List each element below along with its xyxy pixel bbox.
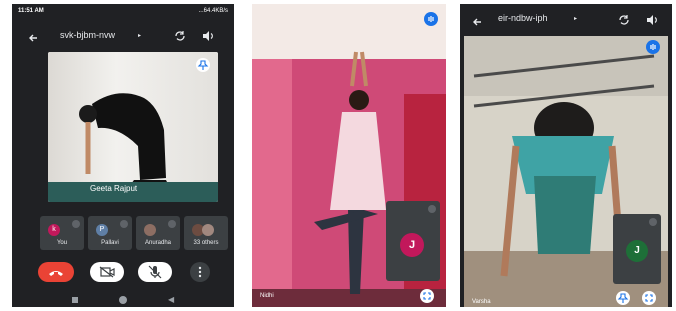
chevron-right-icon[interactable]: ▸	[574, 15, 577, 22]
speaker-icon[interactable]	[202, 29, 214, 41]
call-controls	[12, 262, 234, 286]
mic-off-icon	[168, 220, 176, 228]
audio-indicator-icon	[646, 40, 660, 54]
yoga-pose-figure	[79, 93, 170, 188]
pin-icon[interactable]	[196, 58, 210, 72]
phone-screen-3: eir-ndbw-iph ▸ J Varsha	[460, 4, 672, 307]
android-nav-bar: ◀	[12, 294, 234, 306]
meeting-header	[12, 22, 234, 48]
participant-thumb-pallavi[interactable]: P Pallavi	[88, 216, 132, 250]
end-call-icon	[49, 271, 63, 276]
avatar	[202, 224, 214, 236]
mic-off-icon	[649, 218, 657, 226]
participant-name: Varsha	[472, 299, 491, 305]
participant-name: Nidhi	[260, 293, 274, 299]
status-bar: 11:51 AM ...64.4KB/s	[12, 4, 234, 20]
participant-thumb-anuradha[interactable]: Anuradha	[136, 216, 180, 250]
participant-video-tile[interactable]: Geeta Rajput	[48, 52, 218, 202]
mic-off-icon	[428, 205, 436, 213]
camera-flip-icon[interactable]	[618, 13, 630, 25]
participant-thumb-you[interactable]: k You	[40, 216, 84, 250]
mic-off-icon	[120, 220, 128, 228]
meeting-code[interactable]: eir-ndbw-iph	[498, 13, 548, 23]
end-call-button[interactable]	[38, 262, 74, 282]
participant-thumb-others[interactable]: 33 others	[184, 216, 228, 250]
participant-label: Anuradha	[144, 240, 172, 246]
participant-label: 33 others	[193, 240, 219, 246]
avatar: P	[96, 224, 108, 236]
back-arrow-icon[interactable]	[28, 30, 38, 42]
speaker-icon[interactable]	[646, 13, 658, 25]
mic-off-icon	[148, 265, 162, 279]
participant-label: Pallavi	[101, 240, 119, 246]
back-arrow-icon[interactable]	[472, 14, 482, 26]
mic-toggle-button[interactable]	[138, 262, 172, 282]
participant-label: You	[56, 240, 68, 246]
pin-icon[interactable]	[616, 291, 630, 305]
mic-off-icon	[72, 220, 80, 228]
back-nav-icon[interactable]: ◀	[168, 295, 174, 304]
recents-icon[interactable]	[72, 297, 78, 303]
status-network: ...64.4KB/s	[198, 8, 228, 14]
participant-name: Geeta Rajput	[90, 184, 138, 193]
chevron-right-icon[interactable]: ▸	[138, 32, 141, 39]
fullscreen-icon[interactable]	[642, 291, 656, 305]
fullscreen-icon[interactable]	[420, 289, 434, 303]
camera-toggle-button[interactable]	[90, 262, 124, 282]
camera-off-icon	[99, 266, 115, 278]
self-view-tile[interactable]: J	[613, 214, 661, 284]
status-time: 11:51 AM	[18, 8, 44, 14]
more-options-button[interactable]	[190, 262, 210, 282]
avatar: J	[626, 240, 648, 262]
self-view-tile[interactable]: J	[386, 201, 440, 281]
avatar: J	[400, 233, 424, 257]
more-icon	[198, 266, 202, 278]
phone-screen-1: 11:51 AM ...64.4KB/s svk-bjbm-nvw ▸ Geet…	[12, 4, 234, 307]
meeting-header	[460, 4, 672, 32]
home-icon[interactable]	[119, 296, 127, 304]
avatar: k	[48, 224, 60, 236]
phone-screen-2: J Nidhi	[252, 4, 446, 307]
participant-strip: k You P Pallavi Anuradha 33 others	[40, 216, 230, 250]
meeting-code[interactable]: svk-bjbm-nvw	[60, 30, 115, 40]
avatar	[144, 224, 156, 236]
audio-indicator-icon	[424, 12, 438, 26]
camera-flip-icon[interactable]	[174, 29, 186, 41]
